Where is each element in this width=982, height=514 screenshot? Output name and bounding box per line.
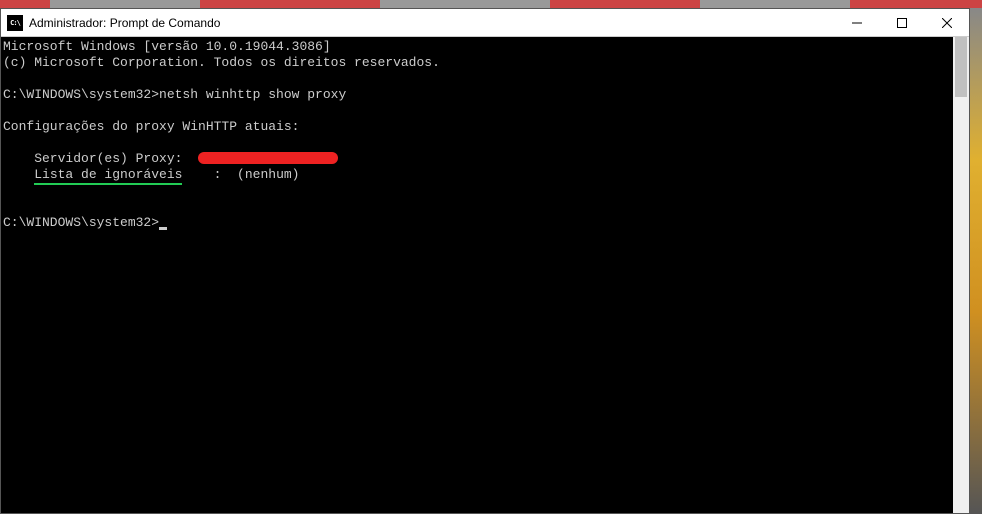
bypass-indent	[3, 167, 34, 182]
terminal-area: Microsoft Windows [versão 10.0.19044.308…	[1, 37, 969, 513]
blank-line	[3, 103, 953, 119]
close-button[interactable]	[924, 9, 969, 36]
background-window-edge	[970, 8, 982, 514]
bypass-value: : (nenhum)	[182, 167, 299, 182]
command-line-1: C:\WINDOWS\system32>netsh winhttp show p…	[3, 87, 953, 103]
command-prompt-window: C:\ Administrador: Prompt de Comando Mic…	[0, 8, 970, 514]
window-title: Administrador: Prompt de Comando	[29, 16, 834, 30]
prompt-path: C:\WINDOWS\system32>	[3, 87, 159, 102]
copyright-line: (c) Microsoft Corporation. Todos os dire…	[3, 55, 953, 71]
cursor-icon	[159, 227, 167, 230]
redacted-proxy-value	[198, 152, 338, 164]
blank-line	[3, 183, 953, 199]
window-titlebar[interactable]: C:\ Administrador: Prompt de Comando	[1, 9, 969, 37]
proxy-label: Servidor(es) Proxy:	[3, 151, 198, 166]
minimize-button[interactable]	[834, 9, 879, 36]
bypass-list-line: Lista de ignoráveis : (nenhum)	[3, 167, 953, 183]
scrollbar-thumb[interactable]	[955, 37, 967, 97]
vertical-scrollbar[interactable]	[953, 37, 969, 513]
cmd-icon: C:\	[7, 15, 23, 31]
blank-line	[3, 199, 953, 215]
command-text: netsh winhttp show proxy	[159, 87, 346, 102]
config-header: Configurações do proxy WinHTTP atuais:	[3, 119, 953, 135]
blank-line	[3, 71, 953, 87]
proxy-server-line: Servidor(es) Proxy:	[3, 151, 953, 167]
prompt-line-2: C:\WINDOWS\system32>	[3, 215, 953, 231]
background-browser-tabs	[0, 0, 982, 8]
terminal-output[interactable]: Microsoft Windows [versão 10.0.19044.308…	[1, 37, 953, 513]
maximize-button[interactable]	[879, 9, 924, 36]
bypass-label: Lista de ignoráveis	[34, 167, 182, 185]
blank-line	[3, 135, 953, 151]
prompt-path: C:\WINDOWS\system32>	[3, 215, 159, 230]
version-line: Microsoft Windows [versão 10.0.19044.308…	[3, 39, 953, 55]
window-controls	[834, 9, 969, 36]
